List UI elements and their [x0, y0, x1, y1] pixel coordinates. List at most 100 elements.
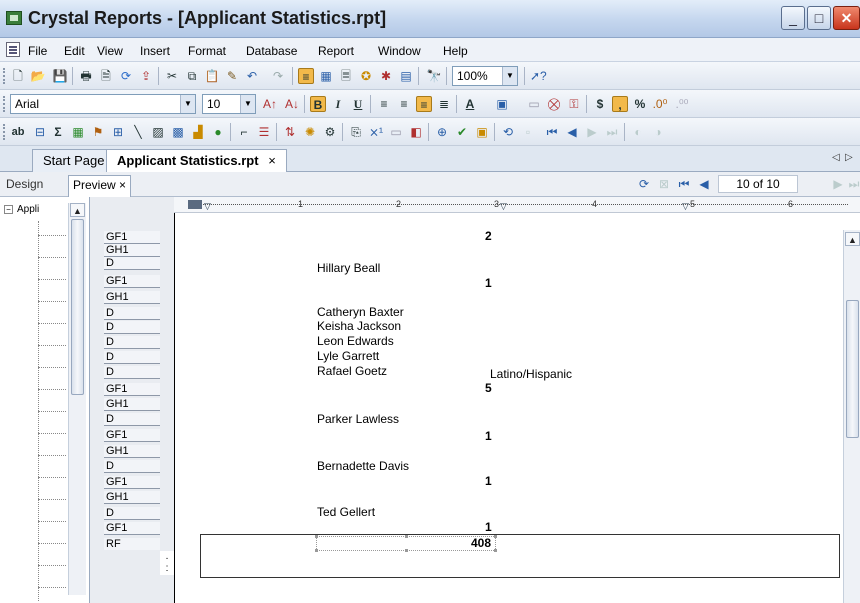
- stop-icon[interactable]: ▫: [520, 124, 536, 140]
- font-name-select[interactable]: Arial ▼: [10, 94, 196, 114]
- italic-button[interactable]: I: [330, 96, 346, 112]
- menu-help[interactable]: Help: [443, 44, 468, 58]
- suppress-icon[interactable]: ⛒: [546, 96, 562, 112]
- menu-database[interactable]: Database: [246, 44, 297, 58]
- report-scrollbar[interactable]: ▲: [843, 230, 860, 603]
- report-icon[interactable]: 🗏: [338, 68, 354, 84]
- export-icon[interactable]: ⇪: [138, 68, 154, 84]
- guideline-marker[interactable]: ▽: [682, 201, 689, 212]
- insert-line-icon[interactable]: ╲: [130, 124, 146, 140]
- group-tree-icon[interactable]: ▦: [318, 68, 334, 84]
- zoom-select[interactable]: 100% ▼: [452, 66, 518, 86]
- dependency-checker-icon[interactable]: ✔: [454, 124, 470, 140]
- tab-start-page[interactable]: Start Page: [32, 149, 116, 172]
- next-page-icon[interactable]: ▶: [584, 124, 600, 140]
- tree-root-node[interactable]: − Appli: [4, 204, 39, 215]
- print-preview-icon[interactable]: 🗎: [98, 68, 114, 84]
- save-icon[interactable]: 💾: [52, 68, 68, 84]
- insert-subreport-icon[interactable]: ⊞: [110, 124, 126, 140]
- menu-report[interactable]: Report: [318, 44, 354, 58]
- insert-chart-icon[interactable]: ▟: [190, 124, 206, 140]
- insert-crosstab-icon[interactable]: ▦: [70, 124, 86, 140]
- close-icon[interactable]: ×: [268, 153, 276, 168]
- menu-window[interactable]: Window: [378, 44, 421, 58]
- minimize-button[interactable]: _: [781, 6, 805, 30]
- tree-node[interactable]: [38, 433, 66, 434]
- bold-button[interactable]: B: [310, 96, 326, 112]
- previous-page-icon[interactable]: ◀: [564, 124, 580, 140]
- tree-node[interactable]: [38, 367, 66, 368]
- font-size-select[interactable]: 10 ▼: [202, 94, 256, 114]
- copy-icon[interactable]: ⧉: [184, 68, 200, 84]
- menu-edit[interactable]: Edit: [64, 44, 85, 58]
- section-expert-icon[interactable]: ▤: [398, 68, 414, 84]
- field-explorer-icon[interactable]: ⚙: [322, 124, 338, 140]
- tree-scrollbar[interactable]: ▲: [68, 203, 86, 595]
- toolbar-grip[interactable]: [3, 68, 5, 84]
- last-page-icon[interactable]: ⏭: [604, 124, 620, 140]
- insert-flash-icon[interactable]: ⌐: [236, 124, 252, 140]
- menu-insert[interactable]: Insert: [140, 44, 170, 58]
- line-style-icon[interactable]: ▭: [526, 96, 542, 112]
- tab-design[interactable]: Design: [6, 177, 43, 191]
- cut-icon[interactable]: ✂: [164, 68, 180, 84]
- justify-icon[interactable]: ≣: [436, 96, 452, 112]
- scroll-up-icon[interactable]: ▲: [845, 232, 860, 246]
- expert-icon[interactable]: ✪: [358, 68, 374, 84]
- currency-button[interactable]: $: [592, 96, 608, 112]
- tree-node[interactable]: [38, 411, 66, 412]
- tree-node[interactable]: [38, 235, 66, 236]
- new-icon[interactable]: 🗋: [10, 68, 26, 84]
- align-right-icon[interactable]: ≡: [416, 96, 432, 112]
- insert-field-icon[interactable]: ☰: [256, 124, 272, 140]
- report-preview-canvas[interactable]: 1 2 3 4 5 6 ▽ ▽ ▽ 2 Hillary Beall 1 Cath…: [174, 197, 860, 603]
- first-page-icon[interactable]: ⏮: [544, 124, 560, 140]
- next-page-icon[interactable]: ▶: [830, 176, 846, 192]
- increase-decimals-icon[interactable]: .0⁰: [652, 96, 668, 112]
- object-explorer-icon[interactable]: ▣: [474, 124, 490, 140]
- close-icon[interactable]: ×: [119, 178, 126, 192]
- tree-node[interactable]: [38, 543, 66, 544]
- tab-applicant-statistics[interactable]: Applicant Statistics.rpt ×: [106, 149, 287, 173]
- tree-node[interactable]: [38, 301, 66, 302]
- scroll-tabs-right-icon[interactable]: ▷: [845, 152, 853, 163]
- tree-node[interactable]: [38, 345, 66, 346]
- menu-format[interactable]: Format: [188, 44, 226, 58]
- font-color-icon[interactable]: A: [462, 96, 478, 112]
- select-expert-icon[interactable]: ✱: [378, 68, 394, 84]
- increase-font-icon[interactable]: A↑: [262, 96, 278, 112]
- resize-handle[interactable]: [494, 535, 497, 538]
- tab-preview[interactable]: Preview ×: [68, 175, 132, 197]
- forward-icon[interactable]: ◑: [650, 124, 666, 140]
- grand-total-field[interactable]: [315, 535, 497, 552]
- template-expert-icon[interactable]: ⎘: [348, 124, 364, 140]
- decrease-font-icon[interactable]: A↓: [284, 96, 300, 112]
- thousands-separator-button[interactable]: ,: [612, 96, 628, 112]
- decrease-decimals-icon[interactable]: .⁰⁰: [674, 96, 690, 112]
- toolbar-grip[interactable]: [3, 124, 5, 140]
- resize-handle[interactable]: [315, 535, 318, 538]
- tree-node[interactable]: [38, 587, 66, 588]
- border-icon[interactable]: ▣: [494, 96, 510, 112]
- toolbar-grip[interactable]: [3, 96, 5, 112]
- underline-button[interactable]: U: [350, 96, 366, 112]
- open-icon[interactable]: 📂: [30, 68, 46, 84]
- document-menu-icon[interactable]: [6, 42, 20, 57]
- close-button[interactable]: ✕: [833, 6, 860, 30]
- align-center-icon[interactable]: ≡: [396, 96, 412, 112]
- insert-summary-icon[interactable]: Σ: [50, 124, 66, 140]
- insert-group-icon[interactable]: ⊟: [32, 124, 48, 140]
- tree-node[interactable]: [38, 521, 66, 522]
- print-icon[interactable]: 🖶: [78, 68, 94, 84]
- stop-preview-icon[interactable]: ⊠: [656, 176, 672, 192]
- find-icon[interactable]: 🔭: [426, 68, 442, 84]
- resize-handle[interactable]: [405, 549, 408, 552]
- report-scroll-thumb[interactable]: [846, 300, 859, 438]
- tree-node[interactable]: [38, 455, 66, 456]
- guideline-marker[interactable]: ▽: [500, 201, 507, 212]
- insert-box-icon[interactable]: ▨: [150, 124, 166, 140]
- report-explorer-icon[interactable]: ◧: [408, 124, 424, 140]
- maximize-button[interactable]: □: [807, 6, 831, 30]
- tree-node[interactable]: [38, 477, 66, 478]
- record-sort-icon[interactable]: ⇅: [282, 124, 298, 140]
